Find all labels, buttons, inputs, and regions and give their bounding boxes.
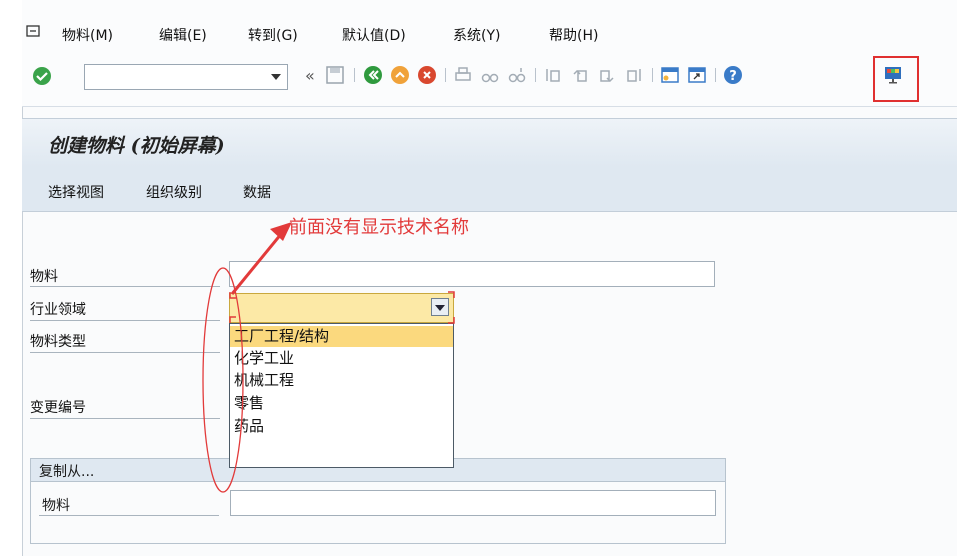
new-session-icon[interactable] [660,65,680,85]
annotation-text: 前面没有显示技术名称 [289,217,469,238]
menu-goto[interactable]: 转到(G) [248,25,298,45]
toolbar-separator [715,68,716,82]
last-page-icon[interactable] [624,65,644,85]
data-button[interactable]: 数据 [243,182,271,202]
nav-back-icon[interactable]: « [305,66,315,85]
svg-text:?: ? [729,69,737,84]
label-underline [30,286,220,287]
chevron-down-icon[interactable] [431,298,449,316]
menu-material[interactable]: 物料(M) [62,25,113,45]
command-dropdown-arrow-icon[interactable] [271,74,281,80]
menu-system[interactable]: 系统(Y) [453,25,500,45]
shortcut-icon[interactable] [687,65,707,85]
enter-checkmark-icon[interactable] [32,66,52,86]
menu-window-icon[interactable] [26,24,42,40]
find-next-icon[interactable] [507,65,527,85]
menu-edit[interactable]: 编辑(E) [159,25,207,45]
material-input[interactable] [229,261,715,287]
next-page-icon[interactable] [597,65,617,85]
label-underline [30,320,220,321]
toolbar-separator [445,68,446,82]
command-field[interactable] [84,64,288,90]
industry-sector-label: 行业领域 [30,302,86,318]
application-toolbar: 选择视图 组织级别 数据 [22,167,957,212]
help-icon[interactable]: ? [723,65,743,85]
menu-defaults[interactable]: 默认值(D) [342,25,406,45]
material-label: 物料 [30,269,58,285]
material-type-label: 物料类型 [30,334,86,350]
select-views-button[interactable]: 选择视图 [48,182,104,202]
industry-sector-options-list: 工厂工程/结构 化学工业 机械工程 零售 药品 [229,323,454,468]
print-icon[interactable] [453,65,473,85]
label-underline [30,418,220,419]
copy-material-input[interactable] [230,490,716,516]
copy-from-title: 复制从... [39,464,95,480]
toolbar-separator [354,68,355,82]
org-levels-button[interactable]: 组织级别 [146,182,202,202]
cancel-red-icon[interactable] [417,65,437,85]
exit-orange-icon[interactable] [390,65,410,85]
copy-from-group: 复制从... 物料 [30,458,726,544]
industry-sector-dropdown[interactable] [229,293,454,323]
label-underline [30,352,220,353]
toolbar-separator [652,68,653,82]
menu-bar: 物料(M) 编辑(E) 转到(G) 默认值(D) 系统(Y) 帮助(H) [22,0,957,50]
list-item[interactable]: 机械工程 [230,370,453,391]
list-item[interactable]: 药品 [230,416,453,437]
change-number-label: 变更编号 [30,400,86,416]
toolbar-separator [535,68,536,82]
save-icon[interactable] [325,65,345,85]
list-item[interactable]: 化学工业 [230,348,453,369]
standard-toolbar: « ? [22,50,957,107]
back-green-icon[interactable] [363,65,383,85]
find-icon[interactable] [480,65,500,85]
label-underline [39,515,219,516]
menu-help[interactable]: 帮助(H) [549,25,598,45]
highlight-box-annotation [873,56,919,102]
screen-title-bar: 创建物料 (初始屏幕) [22,118,957,168]
page-title: 创建物料 (初始屏幕) [48,135,225,157]
list-item[interactable]: 零售 [230,393,453,414]
copy-material-label: 物料 [42,498,70,514]
previous-page-icon[interactable] [570,65,590,85]
first-page-icon[interactable] [543,65,563,85]
list-item[interactable]: 工厂工程/结构 [230,326,453,347]
